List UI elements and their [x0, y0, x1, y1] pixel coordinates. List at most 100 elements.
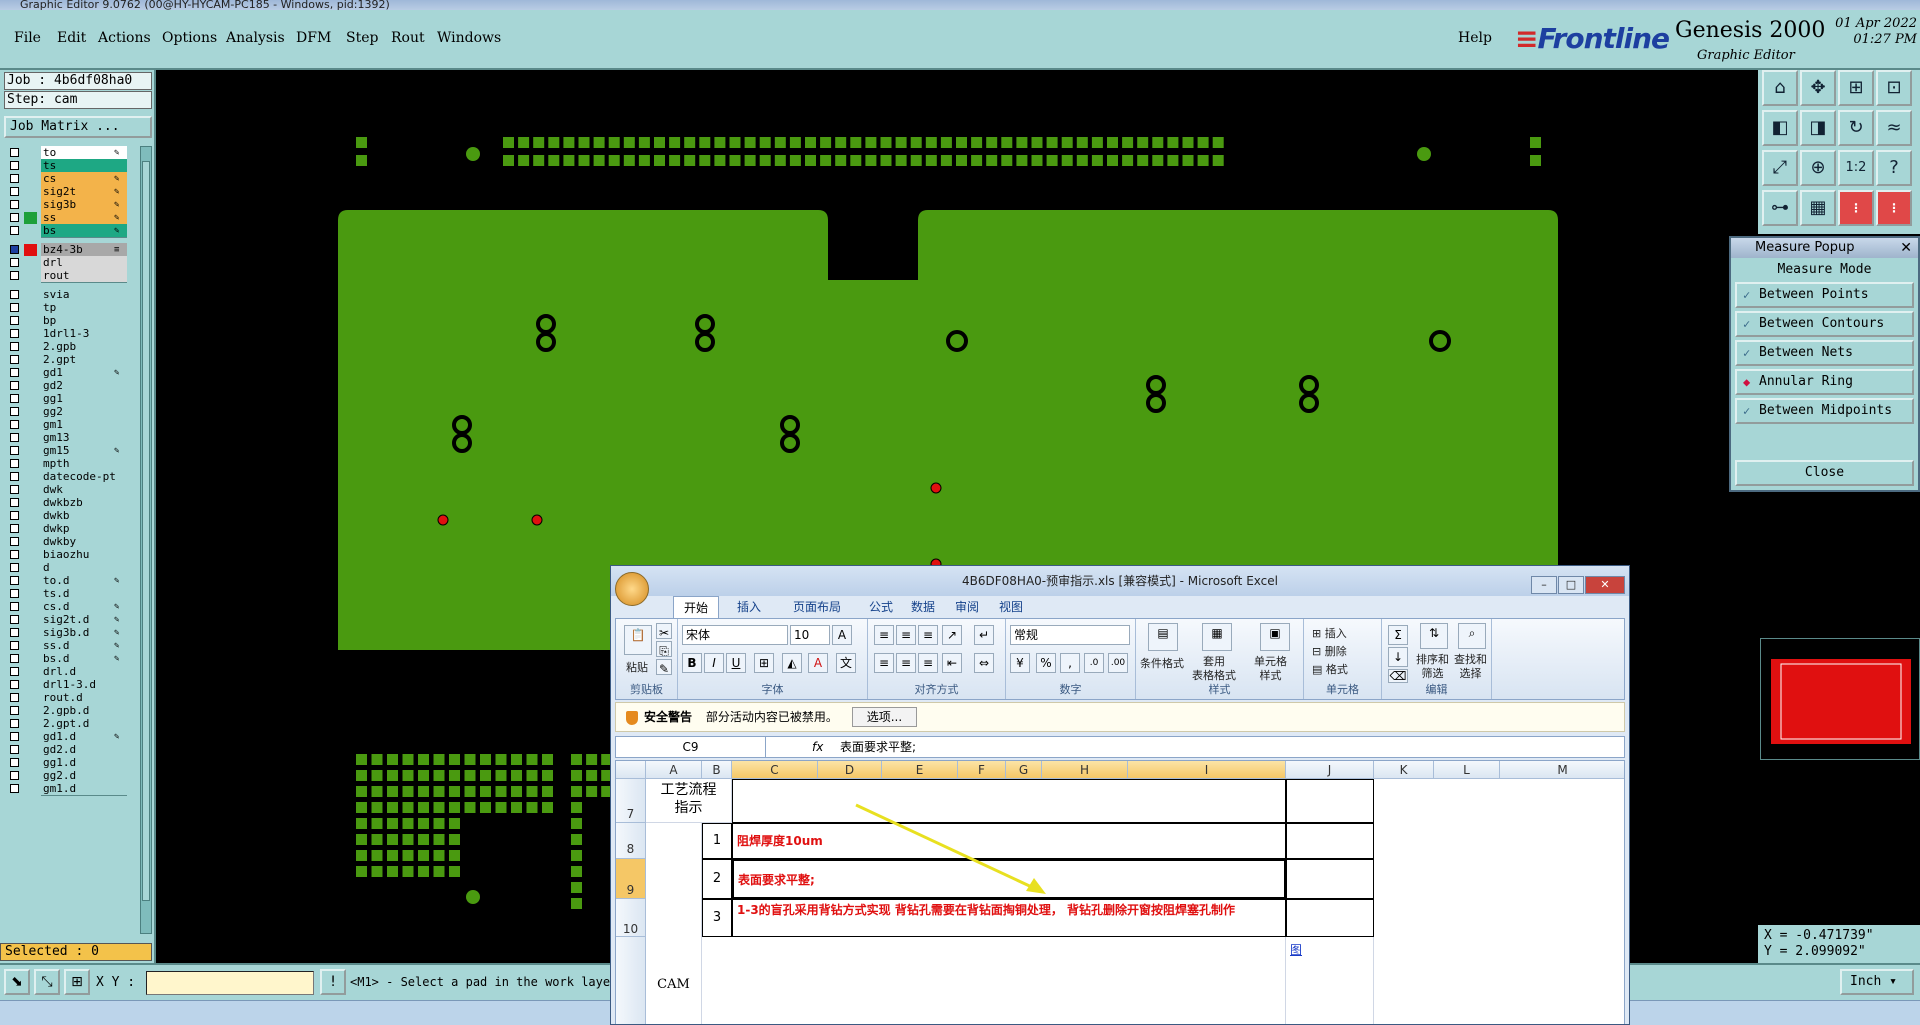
indent-decrease-icon[interactable]: ⇤ [942, 653, 962, 673]
layer-checkbox[interactable] [10, 258, 19, 267]
layer-checkbox[interactable] [10, 589, 19, 598]
option-between-points[interactable]: ✓ Between Points [1735, 282, 1914, 308]
layer-checkbox[interactable] [10, 174, 19, 183]
layer-row[interactable]: cs ✎ [4, 172, 138, 186]
layer-checkbox[interactable] [10, 459, 19, 468]
layer-checkbox[interactable] [10, 524, 19, 533]
layer-row[interactable]: dwkbzb [4, 496, 138, 510]
paste-button[interactable]: 粘贴 [626, 659, 648, 675]
layer-checkbox[interactable] [10, 719, 19, 728]
layer-row[interactable]: svia [4, 288, 138, 302]
layer-row[interactable]: 1drl1-3 [4, 327, 138, 341]
menu-file[interactable]: File [14, 30, 41, 46]
option-between-contours[interactable]: ✓ Between Contours [1735, 311, 1914, 337]
pan-icon[interactable]: ✥ [1800, 70, 1836, 106]
layer-row[interactable]: drl1-3.d [4, 678, 138, 692]
zoom-left-icon[interactable]: ◧ [1762, 110, 1798, 146]
select-grid-icon[interactable]: ⊞ [64, 969, 90, 995]
fill-icon[interactable]: ↓ [1388, 647, 1408, 667]
layer-row[interactable]: cs.d ✎ [4, 600, 138, 614]
layer-row[interactable]: gm1 [4, 418, 138, 432]
job-matrix-button[interactable]: Job Matrix ... [4, 116, 152, 138]
layer-row[interactable]: dwkby [4, 535, 138, 549]
layer-checkbox[interactable] [10, 329, 19, 338]
snap-icon[interactable]: ⊞ [1838, 70, 1874, 106]
copy-icon[interactable]: ⎘ [656, 641, 672, 658]
option-annular-ring[interactable]: ◆ Annular Ring [1735, 369, 1914, 395]
select-area-icon[interactable]: ⤡ [34, 969, 60, 995]
xy-input[interactable] [146, 971, 314, 995]
layer-checkbox[interactable] [10, 381, 19, 390]
layer-row[interactable]: drl [4, 256, 138, 270]
layer-checkbox[interactable] [10, 433, 19, 442]
menu-help[interactable]: Help [1458, 30, 1492, 46]
layer-checkbox[interactable] [10, 187, 19, 196]
menu-analysis[interactable]: Analysis [226, 30, 285, 46]
layer-row[interactable]: gg1 [4, 392, 138, 406]
tab-review[interactable]: 审阅 [945, 596, 989, 618]
layer-row[interactable]: rout [4, 269, 138, 283]
align-middle-icon[interactable]: ≡ [896, 625, 916, 645]
layer-row[interactable]: bs ✎ [4, 224, 138, 238]
layer-a-icon[interactable]: ⋮ [1838, 190, 1874, 226]
layer-row[interactable]: ss.d ✎ [4, 639, 138, 653]
layer-checkbox[interactable] [10, 641, 19, 650]
option-between-nets[interactable]: ✓ Between Nets [1735, 340, 1914, 366]
conditional-format-button[interactable]: 条件格式 [1140, 655, 1184, 671]
layer-row[interactable]: 2.gpt.d [4, 717, 138, 731]
layer-row[interactable]: biaozhu [4, 548, 138, 562]
insert-button[interactable]: ⊞ 插入 [1312, 625, 1347, 641]
layer-checkbox[interactable] [10, 654, 19, 663]
layer-row[interactable]: gd1 ✎ [4, 366, 138, 380]
sort-filter-icon[interactable]: ⇅ [1420, 623, 1448, 649]
tab-view[interactable]: 视图 [989, 596, 1033, 618]
zoom-right-icon[interactable]: ◨ [1800, 110, 1836, 146]
layer-checkbox[interactable] [10, 355, 19, 364]
find-select-button[interactable]: 查找和 选择 [1454, 653, 1487, 681]
name-box[interactable]: C9 [616, 737, 766, 757]
unit-selector[interactable]: Inch ▾ [1840, 969, 1914, 995]
zoom-home-icon[interactable]: ⌂ [1762, 70, 1798, 106]
layer-checkbox[interactable] [10, 485, 19, 494]
layer-checkbox[interactable] [10, 498, 19, 507]
font-size-select[interactable]: 10 [790, 625, 830, 645]
layer-row[interactable]: rout.d [4, 691, 138, 705]
tab-data[interactable]: 数据 [901, 596, 945, 618]
cell-style-button[interactable]: 单元格 样式 [1254, 655, 1287, 683]
layer-row[interactable]: gg2.d [4, 769, 138, 783]
layer-row[interactable]: drl.d [4, 665, 138, 679]
decrease-decimal-icon[interactable]: .00 [1108, 653, 1128, 673]
layer-row[interactable]: bz4-3b ≡ [4, 243, 138, 257]
rotate-icon[interactable]: ↻ [1838, 110, 1874, 146]
layer-row[interactable]: sig2t ✎ [4, 185, 138, 199]
close-icon[interactable]: ✕ [1585, 576, 1625, 594]
layer-row[interactable]: gm13 [4, 431, 138, 445]
layer-checkbox[interactable] [10, 342, 19, 351]
measure-close-button[interactable]: Close [1735, 460, 1914, 486]
layer-checkbox[interactable] [10, 745, 19, 754]
layer-list-scrollbar[interactable] [140, 146, 152, 934]
menu-edit[interactable]: Edit [57, 30, 86, 46]
select-arrow-icon[interactable]: ⬊ [4, 969, 30, 995]
help-icon[interactable]: ? [1876, 150, 1912, 186]
layer-row[interactable]: gd2 [4, 379, 138, 393]
cut-icon[interactable]: ✂ [656, 623, 672, 640]
tab-insert[interactable]: 插入 [727, 596, 771, 618]
align-bottom-icon[interactable]: ≡ [918, 625, 938, 645]
grid-icon[interactable]: ⊡ [1876, 70, 1912, 106]
currency-icon[interactable]: ¥ [1010, 653, 1030, 673]
menu-dfm[interactable]: DFM [296, 30, 331, 46]
scale-icon[interactable]: 1:2 [1838, 150, 1874, 186]
layer-checkbox[interactable] [10, 226, 19, 235]
layer-row[interactable]: gg2 [4, 405, 138, 419]
tab-home[interactable]: 开始 [673, 596, 720, 618]
layer-checkbox[interactable] [10, 161, 19, 170]
autosum-icon[interactable]: Σ [1388, 625, 1408, 645]
option-between-midpoints[interactable]: ✓ Between Midpoints [1735, 398, 1914, 424]
layer-checkbox[interactable] [10, 472, 19, 481]
format-painter-icon[interactable]: ✎ [656, 659, 672, 676]
layer-row[interactable]: ts.d [4, 587, 138, 601]
layer-checkbox[interactable] [10, 537, 19, 546]
menu-options[interactable]: Options [162, 30, 217, 46]
paste-icon[interactable]: 📋 [624, 625, 652, 655]
